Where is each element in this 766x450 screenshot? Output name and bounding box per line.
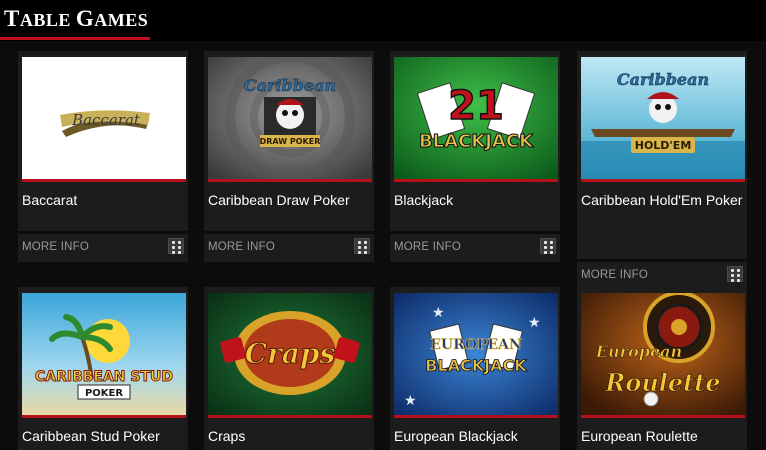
svg-text:Caribbean: Caribbean — [244, 76, 336, 95]
card-footer: MORE INFO — [577, 262, 747, 290]
title-underline — [0, 37, 150, 40]
svg-text:★: ★ — [404, 393, 417, 409]
card-divider — [208, 179, 372, 182]
svg-text:BLACKJACK: BLACKJACK — [425, 356, 527, 375]
game-title[interactable]: European Roulette — [581, 422, 745, 450]
card-footer: MORE INFO — [204, 234, 374, 262]
game-title[interactable]: Baccarat — [22, 186, 186, 214]
game-thumbnail[interactable]: 21 BLACKJACK — [394, 57, 558, 179]
svg-text:Baccarat: Baccarat — [71, 111, 141, 129]
game-thumbnail[interactable]: CARIBBEAN STUD POKER — [22, 293, 186, 415]
grid-dots-icon[interactable] — [168, 238, 184, 254]
card-divider — [22, 179, 186, 182]
card-footer: MORE INFO — [390, 234, 560, 262]
more-info-link[interactable]: MORE INFO — [394, 241, 461, 253]
card-divider — [22, 415, 186, 418]
game-title[interactable]: Caribbean Draw Poker — [208, 186, 372, 214]
grid-dots-icon[interactable] — [540, 238, 556, 254]
game-card-baccarat[interactable]: Baccarat Baccarat — [18, 51, 188, 231]
card-divider — [581, 179, 745, 182]
more-info-link[interactable]: MORE INFO — [581, 269, 648, 281]
svg-text:Craps: Craps — [245, 337, 336, 370]
game-card-caribbean-stud-poker[interactable]: CARIBBEAN STUD POKER Caribbean Stud Poke… — [18, 287, 188, 450]
more-info-link[interactable]: MORE INFO — [208, 241, 275, 253]
game-title[interactable]: European Blackjack — [394, 422, 558, 450]
svg-text:Roulette: Roulette — [604, 368, 720, 397]
game-thumbnail[interactable]: ★ ★ ★ EUROPEAN BLACKJACK — [394, 293, 558, 415]
svg-text:CARIBBEAN STUD: CARIBBEAN STUD — [35, 369, 173, 385]
game-thumbnail[interactable]: Craps — [208, 293, 372, 415]
card-divider — [394, 415, 558, 418]
card-divider — [581, 415, 745, 418]
grid-dots-icon[interactable] — [354, 238, 370, 254]
section-header: TABLE GAMES — [0, 0, 766, 41]
game-thumbnail[interactable]: Caribbean DRAW POKER — [208, 57, 372, 179]
game-thumbnail[interactable]: Baccarat — [22, 57, 186, 179]
card-divider — [394, 179, 558, 182]
game-title[interactable]: Blackjack — [394, 186, 558, 214]
game-card-caribbean-draw-poker[interactable]: Caribbean DRAW POKER Caribbean Draw Poke… — [204, 51, 374, 231]
more-info-link[interactable]: MORE INFO — [22, 241, 89, 253]
game-title[interactable]: Craps — [208, 422, 372, 450]
game-title[interactable]: Caribbean Hold'Em Poker — [581, 186, 745, 214]
svg-text:EUROPEAN: EUROPEAN — [430, 337, 522, 353]
svg-text:HOLD'EM: HOLD'EM — [635, 139, 692, 152]
game-card-european-blackjack[interactable]: ★ ★ ★ EUROPEAN BLACKJACK European Blackj… — [390, 287, 560, 450]
svg-text:BLACKJACK: BLACKJACK — [419, 131, 534, 152]
game-title[interactable]: Caribbean Stud Poker — [22, 422, 186, 450]
svg-text:Caribbean: Caribbean — [617, 70, 709, 89]
game-card-blackjack[interactable]: 21 BLACKJACK Blackjack — [390, 51, 560, 231]
section-title: TABLE GAMES — [4, 6, 149, 31]
game-thumbnail[interactable]: European Roulette — [581, 293, 745, 415]
game-thumbnail[interactable]: Caribbean HOLD'EM — [581, 57, 745, 179]
svg-text:POKER: POKER — [85, 388, 123, 399]
svg-text:★: ★ — [528, 315, 541, 331]
svg-text:DRAW POKER: DRAW POKER — [260, 137, 321, 146]
game-card-craps[interactable]: Craps Craps — [204, 287, 374, 450]
svg-text:21: 21 — [448, 83, 504, 129]
grid-dots-icon[interactable] — [727, 266, 743, 282]
game-card-caribbean-holdem-poker[interactable]: Caribbean HOLD'EM Caribbean Hold'Em Poke… — [577, 51, 747, 259]
game-card-european-roulette[interactable]: European Roulette European Roulette — [577, 287, 747, 450]
svg-text:★: ★ — [432, 305, 445, 321]
svg-text:European: European — [595, 342, 682, 361]
card-footer: MORE INFO — [18, 234, 188, 262]
card-divider — [208, 415, 372, 418]
